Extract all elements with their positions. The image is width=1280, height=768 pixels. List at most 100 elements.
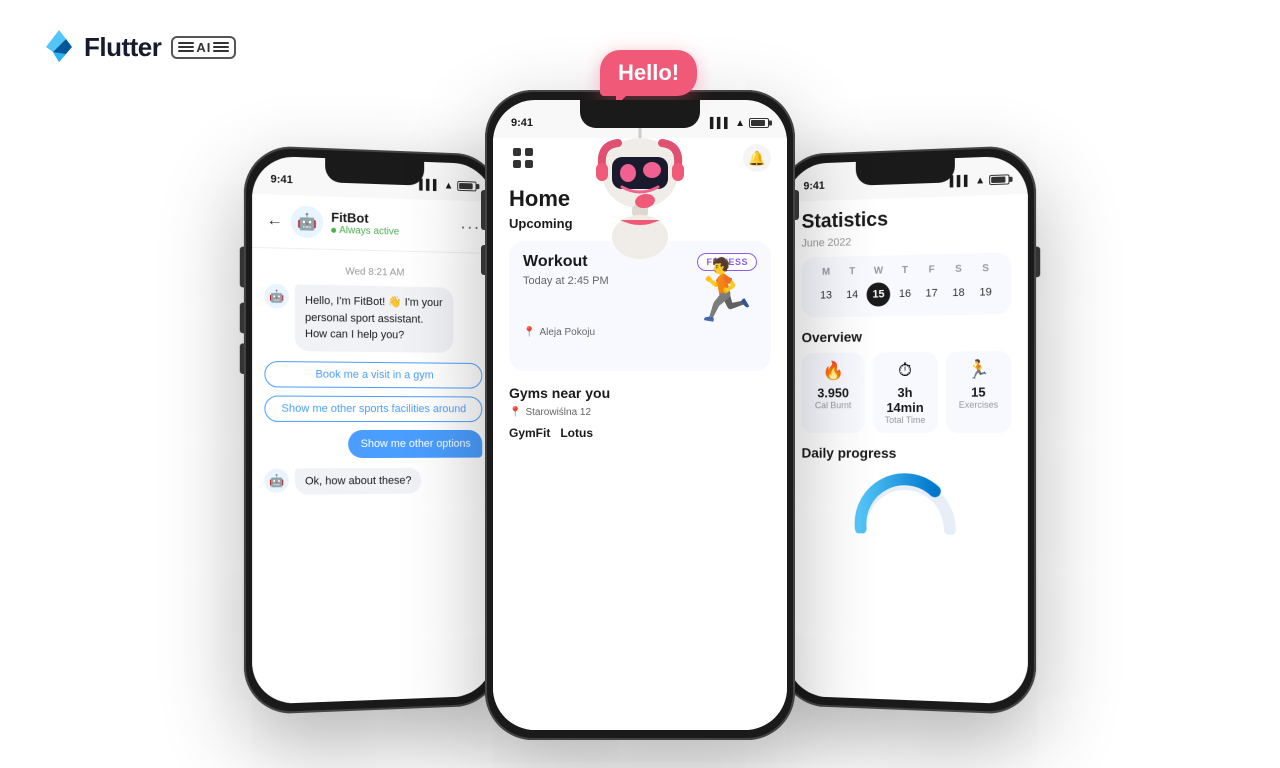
chat-date: Wed 8:21 AM [264, 264, 482, 280]
bot-reply-avatar: 🤖 [264, 468, 288, 493]
phone-left: 9:41 ▌▌▌ ▲ ← 🤖 FitBot [244, 145, 502, 715]
battery-icon [457, 181, 476, 192]
exercises-label: Exercises [954, 400, 1004, 410]
user-message-bubble: Show me other options [264, 429, 482, 457]
cal-day-16[interactable]: 16 [893, 282, 917, 306]
signal-icon: ▌▌▌ [419, 179, 440, 191]
workout-figure: 🏃 [686, 261, 761, 321]
stats-screen: Statistics June 2022 M T W T F S S 13 14 [786, 194, 1028, 705]
cal-day-15[interactable]: 15 [867, 282, 891, 306]
gyms-title: Gyms near you [509, 385, 771, 401]
hello-bubble: Hello! [600, 50, 697, 96]
status-icons-right: ▌▌▌ ▲ [950, 174, 1010, 187]
notification-bell[interactable]: 🔔 [743, 144, 771, 172]
battery-icon-center [749, 118, 769, 128]
time-icon: ⏱ [881, 360, 930, 381]
stats-title: Statistics [802, 205, 1012, 234]
cal-day-14[interactable]: 14 [840, 283, 863, 307]
robot-mascot: Hello! [540, 50, 740, 270]
cal-label-f: F [920, 264, 944, 276]
phone-right-screen: 9:41 ▌▌▌ ▲ Statistics June 2022 M T [786, 155, 1028, 704]
bot-bubble-avatar: 🤖 [264, 284, 288, 309]
calories-label: Cal Burnt [809, 400, 857, 410]
cal-day-19[interactable]: 19 [973, 280, 997, 305]
time-value: 3h 14min [881, 385, 930, 415]
calendar-row: 13 14 15 16 17 18 19 [813, 280, 999, 308]
gym1-name: GymFit [509, 426, 550, 440]
location-pin-icon: 📍 [523, 327, 535, 338]
phones-container: 9:41 ▌▌▌ ▲ ← 🤖 FitBot [0, 90, 1280, 768]
cal-label-m: M [814, 267, 837, 278]
wifi-icon: ▲ [444, 180, 454, 191]
volume-up-button[interactable] [240, 247, 244, 288]
cal-day-17[interactable]: 17 [920, 281, 944, 306]
overview-title: Overview [802, 326, 1012, 345]
cal-label-t1: T [840, 266, 863, 277]
chip-decoration-right [213, 42, 229, 52]
ai-label: AI [196, 40, 211, 55]
brand-name: Flutter [84, 32, 161, 63]
battery-icon-right [989, 174, 1009, 185]
more-options-button[interactable]: ··· [460, 216, 480, 237]
contact-status: Always active [331, 225, 452, 239]
gyms-section: Gyms near you 📍 Starowiślna 12 GymFit Lo… [509, 385, 771, 440]
workout-location: 📍 Aleja Pokoju [523, 327, 757, 338]
silent-button[interactable] [240, 343, 244, 374]
phone-right: 9:41 ▌▌▌ ▲ Statistics June 2022 M T [779, 145, 1037, 715]
chat-header: ← 🤖 FitBot Always active ··· [252, 194, 494, 254]
chat-screen: ← 🤖 FitBot Always active ··· Wed 8:21 AM [252, 194, 494, 705]
gyms-address: 📍 Starowiślna 12 [509, 407, 771, 418]
grid-nav-icon[interactable] [509, 144, 537, 172]
notch-right [856, 158, 955, 186]
status-icons-left: ▌▌▌ ▲ [419, 179, 476, 192]
progress-chart [802, 468, 1012, 535]
exercises-value: 15 [954, 384, 1004, 399]
flutter-icon [40, 28, 78, 66]
cal-day-18[interactable]: 18 [946, 281, 970, 306]
chat-body: Wed 8:21 AM 🤖 Hello, I'm FitBot! 👋 I'm y… [252, 248, 494, 503]
phone-left-screen: 9:41 ▌▌▌ ▲ ← 🤖 FitBot [252, 155, 494, 704]
overview-cards: 🔥 3.950 Cal Burnt ⏱ 3h 14min Total Time … [802, 351, 1012, 433]
signal-icon-right: ▌▌▌ [950, 175, 971, 187]
cal-label-s1: S [946, 263, 970, 275]
volume-down-center[interactable] [481, 245, 485, 275]
cal-label-t2: T [893, 265, 917, 277]
time-label: Total Time [881, 415, 930, 425]
bot-reply-bubble: 🤖 Ok, how about these? [264, 467, 482, 495]
back-button[interactable]: ← [266, 212, 282, 231]
progress-arc-svg [846, 469, 965, 535]
chat-header-info: FitBot Always active [331, 210, 452, 239]
notch-center [580, 100, 700, 128]
phone-center: Hello! [485, 90, 795, 740]
bot-reply-text: Ok, how about these? [295, 467, 421, 494]
exercises-icon: 🏃 [954, 359, 1004, 381]
bot-message-text: Hello, I'm FitBot! 👋 I'm your personal s… [295, 284, 453, 352]
gym-visit-option[interactable]: Book me a visit in a gym [264, 360, 482, 388]
volume-up-center[interactable] [481, 190, 485, 230]
volume-down-button[interactable] [240, 303, 244, 334]
power-center[interactable] [795, 190, 799, 220]
calories-value: 3.950 [809, 385, 857, 400]
daily-progress-title: Daily progress [802, 445, 1012, 462]
status-indicator [331, 228, 336, 233]
gyms-pin-icon: 📍 [509, 407, 521, 418]
robot-body [560, 105, 720, 270]
notch-left [325, 158, 424, 186]
status-time-left: 9:41 [270, 173, 292, 186]
calendar-header: M T W T F S S [813, 263, 999, 278]
gym2-name: Lotus [560, 426, 593, 440]
power-right[interactable] [1036, 247, 1040, 278]
flutter-logo: Flutter [40, 28, 161, 66]
overview-card-time: ⏱ 3h 14min Total Time [873, 352, 938, 433]
cal-label-w: W [867, 265, 891, 276]
bot-avatar: 🤖 [291, 205, 323, 238]
cal-day-13[interactable]: 13 [814, 283, 837, 307]
cal-label-s2: S [973, 263, 997, 275]
facilities-option[interactable]: Show me other sports facilities around [264, 395, 482, 422]
gyms-row: GymFit Lotus [509, 426, 771, 440]
overview-card-exercises: 🏃 15 Exercises [945, 351, 1011, 433]
status-time-center: 9:41 [511, 117, 533, 129]
ai-badge: AI [171, 36, 236, 59]
calendar: M T W T F S S 13 14 15 16 17 18 [802, 252, 1012, 317]
overview-card-calories: 🔥 3.950 Cal Burnt [802, 352, 865, 433]
